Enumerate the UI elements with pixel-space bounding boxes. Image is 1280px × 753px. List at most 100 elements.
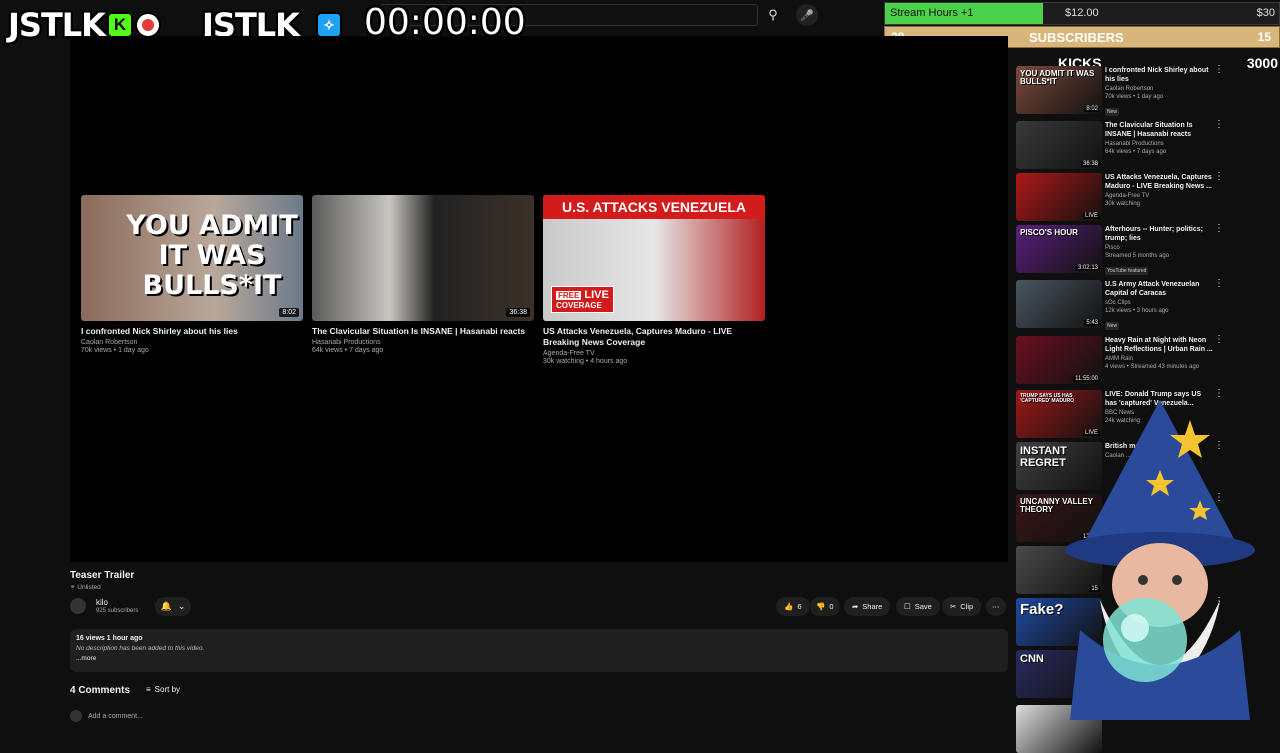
bookmark-icon: ☐: [904, 602, 911, 611]
video-title[interactable]: The Clavicular Situation Is INSANE | Has…: [1105, 121, 1213, 139]
video-title[interactable]: US Attacks Venezuela, Captures Maduro - …: [1105, 173, 1213, 191]
status-badge: New: [1105, 108, 1120, 116]
add-comment-placeholder: Add a comment...: [88, 712, 143, 720]
video-title[interactable]: US Attacks Venezuela, Captures Maduro - …: [543, 326, 765, 348]
clip-label: Clip: [960, 602, 974, 611]
video-meta: 64k views • 7 days ago: [1105, 149, 1167, 155]
sort-by-button[interactable]: ≡ Sort by: [146, 685, 180, 694]
dislike-button[interactable]: 👎 0: [810, 597, 840, 616]
coverage-label: COVERAGE: [556, 301, 602, 310]
more-options-icon[interactable]: ⋮: [1214, 388, 1224, 399]
video-thumbnail[interactable]: 36:38: [312, 195, 534, 321]
more-options-icon[interactable]: ⋮: [1214, 171, 1224, 182]
video-title[interactable]: Afterhours -- Hunter; politics; trump; l…: [1105, 225, 1213, 243]
thumbs-up-icon: 👍: [784, 602, 794, 611]
chevron-down-icon: ⌄: [177, 601, 186, 611]
duration-badge: LIVE: [1082, 213, 1100, 219]
more-options-icon[interactable]: ⋮: [1214, 119, 1224, 130]
notification-bell-button[interactable]: 🔔 ⌄: [155, 597, 191, 616]
like-button[interactable]: 👍 6: [776, 597, 810, 616]
channel-name[interactable]: Caolan Robertson: [81, 339, 303, 346]
channel-name[interactable]: Agenda-Free TV: [543, 350, 765, 357]
video-meta: 30k watching • 4 hours ago: [543, 358, 628, 365]
more-options-icon[interactable]: ⋮: [1214, 278, 1224, 289]
channel-name[interactable]: Hasanabi Productions: [312, 339, 534, 346]
microphone-icon[interactable]: 🎤: [796, 4, 818, 26]
video-thumbnail[interactable]: 5:43: [1016, 280, 1102, 328]
video-meta: 70k views • 1 day ago: [81, 347, 149, 354]
channel-name[interactable]: Agenda-Free TV: [1105, 193, 1213, 199]
clip-button[interactable]: ✂ Clip: [942, 597, 982, 616]
thumbnail-caption: PISCO'S HOUR: [1020, 228, 1078, 237]
channel-name[interactable]: AMM Rain: [1105, 356, 1213, 362]
video-player[interactable]: YOU ADMIT IT WAS BULLS*IT 8:02 I confron…: [70, 36, 1008, 562]
duration-badge: 36:38: [1080, 161, 1100, 167]
share-button[interactable]: ➦ Share: [844, 597, 891, 616]
video-thumbnail[interactable]: LIVE: [1016, 173, 1102, 221]
visibility-label: Unlisted: [77, 584, 101, 591]
channel-name[interactable]: Pisco: [1105, 245, 1213, 251]
share-label: Share: [862, 602, 883, 611]
search-icon[interactable]: ⚲: [758, 4, 788, 26]
endcard-video[interactable]: U.S. ATTACKS VENEZUELA FREE LIVE COVERAG…: [543, 195, 765, 365]
more-options-icon[interactable]: ⋮: [1214, 64, 1224, 75]
video-title[interactable]: U.S Army Attack Venezuelan Capital of Ca…: [1105, 280, 1213, 298]
status-badge: YouTube featured: [1105, 267, 1149, 275]
views-and-date: 16 views 1 hour ago: [76, 635, 143, 642]
sort-icon: ≡: [146, 685, 151, 694]
channel-name[interactable]: Caolan Robertson: [1105, 86, 1213, 92]
dislike-count: 0: [829, 602, 834, 611]
add-comment-field[interactable]: Add a comment...: [70, 710, 143, 722]
duration-badge: 8:02: [1084, 106, 1100, 112]
video-thumbnail[interactable]: 8:02 YOU ADMIT IT WAS BULLS*IT: [1016, 66, 1102, 114]
video-title[interactable]: I confronted Nick Shirley about his lies: [1105, 66, 1213, 84]
goal-right-value: 3000: [1246, 55, 1278, 71]
avatar: [70, 710, 82, 722]
video-thumbnail[interactable]: U.S. ATTACKS VENEZUELA FREE LIVE COVERAG…: [543, 195, 765, 321]
video-meta: 12k views • 3 hours ago: [1105, 308, 1169, 314]
sort-by-label: Sort by: [154, 685, 181, 694]
video-meta: 30k watching: [1105, 201, 1141, 207]
avatar[interactable]: [70, 598, 86, 614]
more-options-icon[interactable]: ⋮: [1214, 334, 1224, 345]
video-title[interactable]: The Clavicular Situation Is INSANE | Has…: [312, 326, 534, 337]
goal-mid-value: $12.00: [1065, 7, 1099, 19]
save-label: Save: [914, 602, 932, 611]
endcard-video[interactable]: YOU ADMIT IT WAS BULLS*IT 8:02 I confron…: [81, 195, 303, 354]
more-dots-icon: ⋯: [992, 602, 1000, 611]
video-title[interactable]: I confronted Nick Shirley about his lies: [81, 326, 303, 337]
crystal-ball-icon: [1103, 598, 1187, 682]
more-actions-button[interactable]: ⋯: [986, 597, 1006, 616]
like-count: 6: [797, 602, 802, 611]
video-thumbnail[interactable]: 11:55:00: [1016, 336, 1102, 384]
show-more-link[interactable]: ...more: [76, 655, 1002, 662]
description-text: No description has been added to this vi…: [76, 645, 205, 652]
video-title: Teaser Trailer: [70, 570, 135, 581]
video-thumbnail[interactable]: 3:02:13 PISCO'S HOUR: [1016, 225, 1102, 273]
description-box[interactable]: 16 views 1 hour ago No description has b…: [70, 629, 1008, 672]
status-badge: New: [1105, 322, 1120, 330]
goal-label: Stream Hours +1: [890, 7, 974, 19]
thumbnail-caption: YOU ADMIT IT WAS BULLS*IT: [126, 210, 298, 301]
goal-right-value: 15: [1257, 30, 1271, 44]
duration-badge: 3:02:13: [1075, 265, 1100, 271]
video-meta: Streamed 5 months ago: [1105, 253, 1170, 259]
endcard-video[interactable]: 36:38 The Clavicular Situation Is INSANE…: [312, 195, 534, 354]
video-title[interactable]: Heavy Rain at Night with Neon Light Refl…: [1105, 336, 1213, 354]
duration-badge: 36:38: [506, 308, 530, 317]
video-meta: 4 views • Streamed 43 minutes ago: [1105, 364, 1200, 370]
goal-end-value: $30: [1256, 7, 1275, 19]
live-coverage-label: FREE LIVE COVERAGE: [551, 286, 614, 313]
visibility-badge: ⚭ Unlisted: [70, 584, 101, 591]
video-thumbnail[interactable]: 36:38: [1016, 121, 1102, 169]
video-meta: 70k views • 1 day ago: [1105, 94, 1164, 100]
save-button[interactable]: ☐ Save: [896, 597, 940, 616]
channel-name[interactable]: Hasanabi Productions: [1105, 141, 1213, 147]
kick-icon: K: [106, 12, 133, 38]
video-thumbnail[interactable]: YOU ADMIT IT WAS BULLS*IT 8:02: [81, 195, 303, 321]
channel-name[interactable]: kilo: [96, 598, 108, 607]
goal-label: SUBSCRIBERS: [1029, 30, 1124, 45]
channel-name[interactable]: sOc Clips: [1105, 300, 1213, 306]
more-options-icon[interactable]: ⋮: [1214, 223, 1224, 234]
thumbnail-headline: U.S. ATTACKS VENEZUELA: [543, 195, 765, 219]
